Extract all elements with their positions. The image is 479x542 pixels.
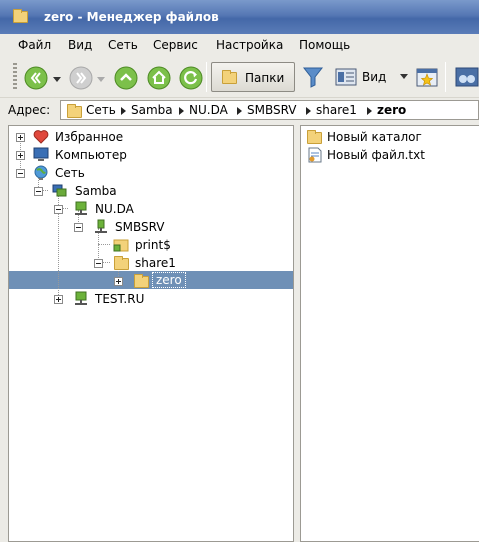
tree-item-label: SMBSRV — [115, 220, 165, 234]
collapse-icon[interactable] — [74, 223, 83, 232]
workgroup-icon — [75, 201, 87, 215]
folder-tree-pane[interactable]: Избранное Компьютер Сеть Samba NU.DA SMB… — [8, 125, 294, 542]
crumb-arrow-icon — [306, 107, 311, 115]
folder-icon — [307, 130, 322, 144]
crumb-arrow-icon — [367, 107, 372, 115]
workgroup-icon — [75, 291, 87, 305]
toolbar-grip[interactable] — [13, 63, 17, 91]
up-arrow-icon — [114, 66, 138, 90]
tree-item-label: zero — [152, 272, 186, 288]
tree-item-label: TEST.RU — [95, 292, 145, 306]
crumb-arrow-icon — [121, 107, 126, 115]
file-item-label: Новый файл.txt — [327, 148, 425, 162]
network-icon — [52, 184, 67, 197]
crumb-share1[interactable]: share1 — [316, 103, 357, 117]
crumb-zero[interactable]: zero — [377, 103, 406, 117]
file-list-pane[interactable]: Новый каталог Новый файл.txt — [300, 125, 479, 542]
tree-item-label: print$ — [135, 238, 171, 252]
expand-icon[interactable] — [16, 151, 25, 160]
tree-item-label: Избранное — [55, 130, 124, 144]
view-icon — [335, 68, 357, 86]
forward-icon — [69, 66, 93, 90]
menu-service[interactable]: Сервис — [153, 38, 198, 52]
tree-item-label: Компьютер — [55, 148, 127, 162]
forward-history-arrow[interactable] — [97, 77, 105, 82]
back-button[interactable] — [24, 66, 48, 93]
title-bar: zero - Менеджер файлов — [0, 0, 479, 34]
folders-toggle-button[interactable]: Папки — [211, 62, 295, 92]
home-icon — [147, 66, 171, 90]
menu-bar: Файл Вид Сеть Сервис Настройка Помощь — [0, 34, 479, 56]
window-title: zero - Менеджер файлов — [44, 10, 219, 24]
view-dropdown-arrow[interactable] — [400, 74, 408, 79]
crumb-nuda[interactable]: NU.DA — [189, 103, 228, 117]
refresh-icon — [179, 66, 203, 90]
menu-help[interactable]: Помощь — [299, 38, 350, 52]
tree-item-label: Samba — [75, 184, 117, 198]
menu-network[interactable]: Сеть — [108, 38, 138, 52]
collapse-icon[interactable] — [16, 169, 25, 178]
heart-icon — [33, 130, 49, 144]
address-breadcrumb[interactable]: Сеть Samba NU.DA SMBSRV share1 zero — [60, 100, 479, 120]
expand-icon[interactable] — [54, 295, 63, 304]
collapse-icon[interactable] — [34, 187, 43, 196]
crumb-samba[interactable]: Samba — [131, 103, 173, 117]
menu-view[interactable]: Вид — [68, 38, 92, 52]
expand-icon[interactable] — [16, 133, 25, 142]
folder-icon — [67, 104, 82, 118]
text-file-icon — [308, 147, 322, 163]
crumb-arrow-icon — [237, 107, 242, 115]
file-item-label: Новый каталог — [327, 130, 422, 144]
folder-icon — [134, 274, 149, 288]
toolbar-separator — [445, 62, 446, 92]
tree-item-label: NU.DA — [95, 202, 134, 216]
folders-button-label: Папки — [245, 71, 285, 85]
crumb-arrow-icon — [179, 107, 184, 115]
up-button[interactable] — [114, 66, 138, 93]
server-icon — [95, 219, 107, 233]
tree-selection-highlight — [9, 271, 293, 289]
toolbar: Папки Вид — [0, 56, 479, 98]
collapse-icon[interactable] — [94, 259, 103, 268]
refresh-button[interactable] — [179, 66, 203, 93]
binoculars-icon — [455, 67, 479, 87]
new-window-button[interactable] — [416, 66, 438, 91]
crumb-network[interactable]: Сеть — [86, 103, 116, 117]
folder-icon — [114, 256, 129, 270]
computer-icon — [33, 147, 49, 161]
tree-item-label: share1 — [135, 256, 176, 270]
address-bar: Адрес: Сеть Samba NU.DA SMBSRV share1 ze… — [0, 98, 479, 122]
view-button-label[interactable]: Вид — [362, 70, 386, 84]
back-history-arrow[interactable] — [53, 77, 61, 82]
home-button[interactable] — [147, 66, 171, 93]
folder-icon — [222, 70, 237, 84]
crumb-smbsrv[interactable]: SMBSRV — [247, 103, 297, 117]
forward-button[interactable] — [69, 66, 93, 93]
expand-icon[interactable] — [114, 277, 123, 286]
tree-item-label: Сеть — [55, 166, 85, 180]
filter-button[interactable] — [302, 65, 324, 92]
folder-icon — [13, 9, 28, 23]
search-button[interactable] — [455, 66, 479, 91]
address-label: Адрес: — [8, 103, 51, 117]
new-window-star-icon — [416, 68, 438, 87]
back-icon — [24, 66, 48, 90]
globe-icon — [34, 165, 48, 180]
filter-funnel-icon — [302, 67, 324, 88]
toolbar-separator — [206, 62, 207, 92]
view-button[interactable] — [335, 68, 357, 89]
menu-file[interactable]: Файл — [18, 38, 51, 52]
shared-folder-icon — [113, 239, 129, 252]
collapse-icon[interactable] — [54, 205, 63, 214]
menu-settings[interactable]: Настройка — [216, 38, 283, 52]
